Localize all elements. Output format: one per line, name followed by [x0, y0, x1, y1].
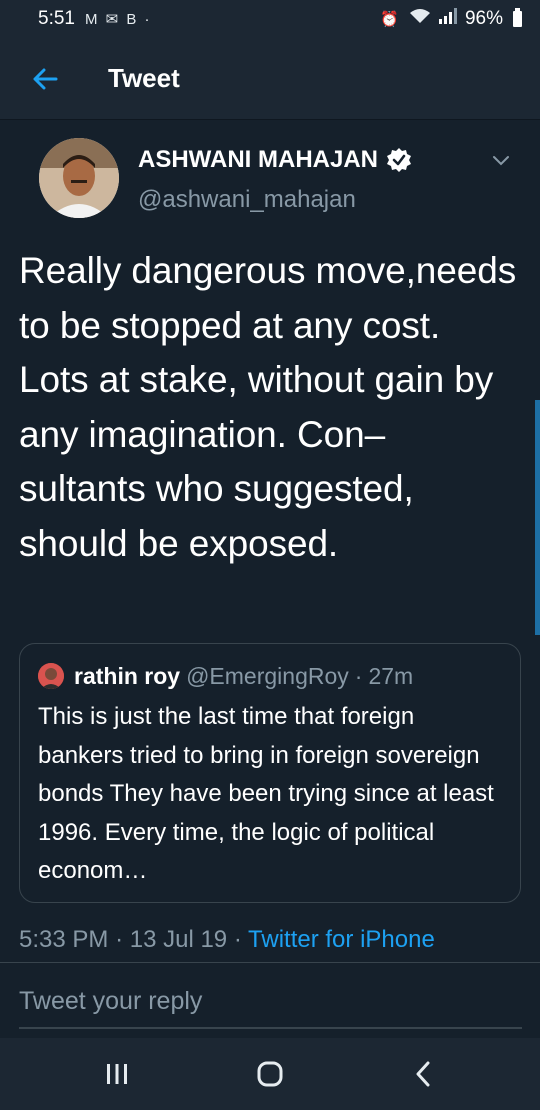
- status-bar: 5:51 M ✉ B · ⏰ 96%: [0, 0, 540, 38]
- back-nav-button[interactable]: [393, 1049, 453, 1099]
- quoted-author-name: rathin roy: [74, 662, 181, 689]
- alarm-icon: ⏰: [380, 11, 401, 28]
- more-options-button[interactable]: [486, 146, 516, 176]
- system-nav-bar: [0, 1038, 540, 1110]
- chevron-left-icon: [416, 1061, 430, 1087]
- author-name[interactable]: ASHWANI MAHAJAN: [138, 146, 412, 174]
- verified-badge-icon: [387, 148, 411, 172]
- tweet-date: 13 Jul 19: [129, 926, 228, 953]
- back-button[interactable]: [0, 38, 90, 120]
- battery-level: 96%: [464, 8, 503, 29]
- quoted-tweet[interactable]: rathin roy @EmergingRoy · 27m This is ju…: [19, 643, 521, 903]
- author-handle[interactable]: @ashwani_mahajan: [138, 186, 356, 214]
- quoted-time: 27m: [368, 662, 414, 689]
- tweet-detail: ASHWANI MAHAJAN @ashwani_mahajan Really …: [0, 120, 540, 960]
- tweet-author: ASHWANI MAHAJAN @ashwani_mahajan: [20, 120, 520, 230]
- quoted-avatar: [38, 663, 64, 689]
- author-name-text: ASHWANI MAHAJAN: [138, 146, 378, 173]
- page-title: Tweet: [108, 63, 180, 93]
- recent-apps-icon: [106, 1064, 127, 1084]
- separator-dot: ·: [354, 662, 363, 689]
- battery-icon: [513, 8, 522, 27]
- separator-dot: ·: [233, 926, 249, 953]
- status-time: 5:51: [38, 8, 75, 29]
- tweet-meta: 5:33 PM · 13 Jul 19 · Twitter for iPhone: [19, 926, 435, 954]
- tweet-time: 5:33 PM: [19, 926, 109, 953]
- recent-apps-button[interactable]: [87, 1049, 147, 1099]
- home-button[interactable]: [240, 1049, 300, 1099]
- chevron-down-icon: [493, 156, 509, 166]
- quoted-tweet-text: This is just the last time that foreign …: [38, 703, 494, 884]
- tweet-text: Really dangerous move,needs to be stoppe…: [19, 250, 517, 564]
- home-icon: [257, 1061, 283, 1087]
- quoted-author-handle: @EmergingRoy: [186, 662, 349, 689]
- reply-bar: Tweet your reply: [0, 962, 540, 1038]
- signal-icon: [438, 8, 457, 30]
- notification-icons: M ✉ B ·: [84, 11, 152, 28]
- avatar[interactable]: [39, 138, 119, 218]
- separator-dot: ·: [115, 926, 130, 953]
- scrollbar[interactable]: [535, 400, 540, 635]
- wifi-icon: [409, 8, 431, 30]
- quoted-tweet-header: rathin roy @EmergingRoy · 27m: [38, 660, 502, 692]
- reply-input[interactable]: Tweet your reply: [19, 973, 522, 1029]
- tweet-source-link[interactable]: Twitter for iPhone: [248, 926, 435, 953]
- back-arrow-icon: [33, 68, 58, 89]
- app-header: Tweet: [0, 38, 540, 120]
